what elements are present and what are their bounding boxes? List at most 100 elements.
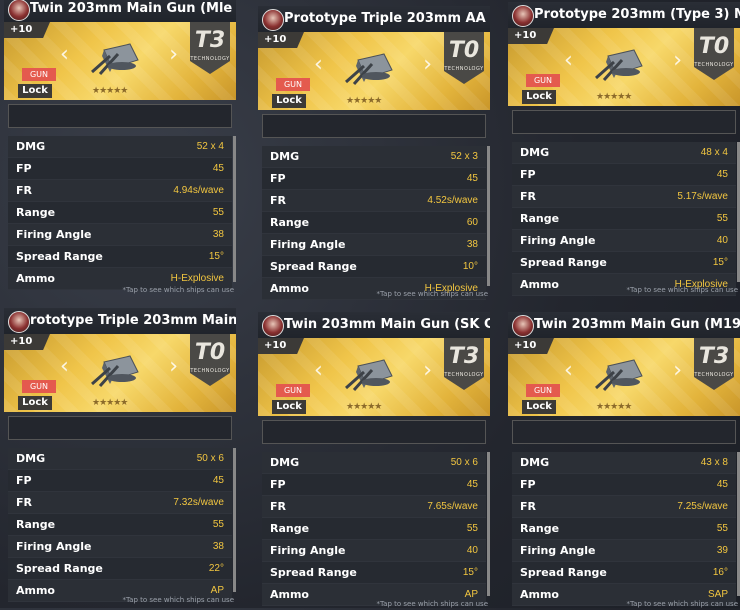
stat-value: 45 — [716, 479, 728, 490]
stat-value: 45 — [466, 173, 478, 184]
lock-button[interactable]: Lock — [18, 84, 52, 98]
type-tag: GUN — [526, 384, 560, 397]
stat-row: DMG 43 x 8 — [512, 452, 736, 474]
lock-button[interactable]: Lock — [18, 396, 52, 410]
usage-hint[interactable]: *Tap to see which ships can use — [627, 286, 738, 294]
stat-value: 55 — [716, 213, 728, 224]
stat-label: Range — [520, 212, 560, 225]
type-tag: GUN — [276, 78, 310, 91]
stat-label: Range — [270, 522, 310, 535]
stat-row: FR 4.52s/wave — [262, 190, 486, 212]
stat-value: 45 — [212, 163, 224, 174]
stat-label: DMG — [520, 146, 550, 159]
stat-label: FP — [520, 478, 536, 491]
stat-value: 38 — [466, 239, 478, 250]
stat-row: FR 5.17s/wave — [512, 186, 736, 208]
chevron-left-icon[interactable]: ‹ — [564, 50, 573, 72]
stat-row: FR 7.25s/wave — [512, 496, 736, 518]
stat-label: FR — [16, 496, 32, 509]
lock-button[interactable]: Lock — [522, 400, 556, 414]
stat-row: Range 55 — [8, 514, 232, 536]
avatar — [262, 315, 284, 337]
stat-label: Firing Angle — [520, 544, 596, 557]
stat-label: DMG — [16, 452, 46, 465]
stat-label: Ammo — [520, 278, 559, 291]
stat-row: Spread Range 16° — [512, 562, 736, 584]
scrollbar[interactable] — [233, 448, 236, 592]
usage-hint[interactable]: *Tap to see which ships can use — [377, 600, 488, 608]
skill-slot — [512, 420, 736, 444]
usage-hint[interactable]: *Tap to see which ships can use — [377, 290, 488, 298]
stat-label: FR — [520, 190, 536, 203]
enhance-level-badge: +10 — [508, 28, 554, 44]
stats-table[interactable]: DMG 50 x 6 FP 45 FR 7.32s/wave Range 55 Firing A… — [8, 448, 232, 602]
equipment-art: +10 T0 TECHNOLOGY ‹ › GUN Lock ★★★★★ — [4, 334, 236, 412]
gun-turret-icon — [595, 359, 643, 392]
skill-slot — [262, 420, 486, 444]
equipment-card: Twin 203mm Main Gun (M1927) +10 T3 TECHN… — [508, 312, 740, 610]
stat-label: Range — [270, 216, 310, 229]
stat-row: FP 45 — [512, 164, 736, 186]
stat-row: DMG 50 x 6 — [8, 448, 232, 470]
stat-label: DMG — [520, 456, 550, 469]
stat-label: FP — [520, 168, 536, 181]
tier-badge: T3 TECHNOLOGY — [190, 22, 230, 74]
tier-subtitle: TECHNOLOGY — [444, 66, 484, 72]
stat-label: Firing Angle — [520, 234, 596, 247]
stats-table[interactable]: DMG 52 x 3 FP 45 FR 4.52s/wave Range 60 Firing A… — [262, 146, 486, 300]
lock-button[interactable]: Lock — [272, 94, 306, 108]
chevron-left-icon[interactable]: ‹ — [314, 360, 323, 382]
scrollbar[interactable] — [233, 136, 236, 282]
chevron-right-icon[interactable]: › — [673, 50, 682, 72]
stat-row: Range 55 — [262, 518, 486, 540]
scrollbar[interactable] — [487, 146, 490, 286]
stat-value: 40 — [466, 545, 478, 556]
usage-hint[interactable]: *Tap to see which ships can use — [123, 286, 234, 294]
gun-turret-icon — [91, 355, 139, 388]
tier-label: T0 — [698, 34, 730, 59]
stat-value: 39 — [716, 545, 728, 556]
chevron-left-icon[interactable]: ‹ — [60, 44, 69, 66]
avatar — [262, 9, 284, 31]
equipment-art: +10 T0 TECHNOLOGY ‹ › GUN Lock ★★★★★ — [258, 32, 490, 110]
stat-row: Range 55 — [512, 518, 736, 540]
stats-table[interactable]: DMG 48 x 4 FP 45 FR 5.17s/wave Range 55 Firing A… — [512, 142, 736, 296]
stat-value: 38 — [212, 541, 224, 552]
chevron-right-icon[interactable]: › — [673, 360, 682, 382]
lock-button[interactable]: Lock — [522, 90, 556, 104]
avatar — [8, 0, 30, 21]
stat-row: Spread Range 22° — [8, 558, 232, 580]
stats-table[interactable]: DMG 52 x 4 FP 45 FR 4.94s/wave Range 55 Firing A… — [8, 136, 232, 290]
stat-label: FP — [16, 162, 32, 175]
stat-label: Spread Range — [270, 566, 357, 579]
stat-row: Spread Range 15° — [262, 562, 486, 584]
chevron-left-icon[interactable]: ‹ — [60, 356, 69, 378]
stat-label: FR — [16, 184, 32, 197]
tier-subtitle: TECHNOLOGY — [694, 372, 734, 378]
stat-value: 55 — [212, 207, 224, 218]
stat-row: Range 55 — [8, 202, 232, 224]
usage-hint[interactable]: *Tap to see which ships can use — [123, 596, 234, 604]
stat-value: 5.17s/wave — [677, 191, 728, 202]
stat-value: 40 — [716, 235, 728, 246]
scrollbar[interactable] — [487, 452, 490, 596]
chevron-right-icon[interactable]: › — [169, 44, 178, 66]
stat-value: 45 — [466, 479, 478, 490]
stat-label: DMG — [270, 150, 300, 163]
equipment-art: +10 T3 TECHNOLOGY ‹ › GUN Lock ★★★★★ — [4, 22, 236, 100]
stats-table[interactable]: DMG 43 x 8 FP 45 FR 7.25s/wave Range 55 Firing A… — [512, 452, 736, 606]
enhance-level-badge: +10 — [4, 22, 50, 38]
stat-row: Firing Angle 40 — [262, 540, 486, 562]
chevron-left-icon[interactable]: ‹ — [314, 54, 323, 76]
usage-hint[interactable]: *Tap to see which ships can use — [627, 600, 738, 608]
chevron-right-icon[interactable]: › — [169, 356, 178, 378]
avatar — [512, 5, 534, 27]
chevron-left-icon[interactable]: ‹ — [564, 360, 573, 382]
stats-table[interactable]: DMG 50 x 6 FP 45 FR 7.65s/wave Range 55 Firing A… — [262, 452, 486, 606]
stat-row: FP 45 — [8, 158, 232, 180]
stat-value: 7.32s/wave — [173, 497, 224, 508]
chevron-right-icon[interactable]: › — [423, 360, 432, 382]
chevron-right-icon[interactable]: › — [423, 54, 432, 76]
lock-button[interactable]: Lock — [272, 400, 306, 414]
equipment-card: Twin 203mm Main Gun (Mle 1924) +10 T3 TE… — [4, 0, 236, 296]
